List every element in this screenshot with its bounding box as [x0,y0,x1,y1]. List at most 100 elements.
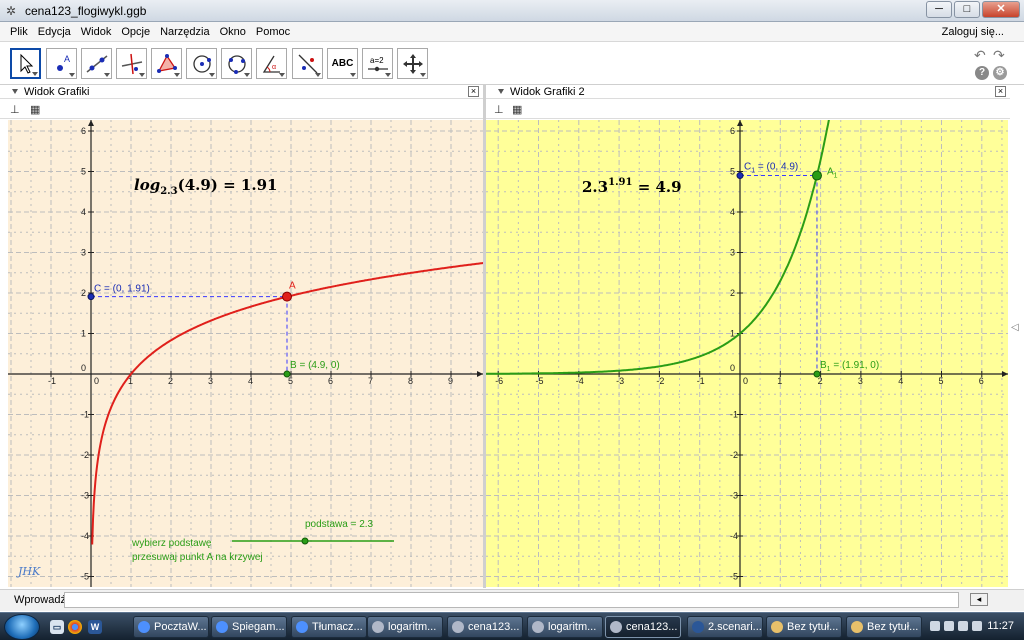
instruction-move-point: przesuwaj punkt A na krzywej [132,552,263,563]
y-tick-label: -1 [81,410,89,420]
taskbar-button-label: Spiegam... [232,621,285,633]
taskbar-button[interactable]: logaritm... [367,616,443,638]
menu-file[interactable]: Plik [0,26,33,38]
axes-toggle-icon[interactable]: ⊥ [10,103,20,116]
taskbar-button[interactable]: Bez tytuł... [846,616,922,638]
menu-view[interactable]: Widok [76,26,117,38]
exp-formula: 2.31.91 = 4.9 [582,177,682,196]
menu-options[interactable]: Opcje [116,26,155,38]
taskbar-button[interactable]: Tłumacz... [291,616,367,638]
taskbar-button[interactable]: cena123... [447,616,523,638]
settings-gear-icon[interactable]: ⚙ [993,66,1007,80]
network-icon[interactable] [930,621,940,631]
y-tick-label: -5 [81,572,89,582]
point-A[interactable] [282,291,292,302]
origin-label: 0 [730,363,735,373]
point-A-label: A [289,281,296,292]
x-tick-label: -1 [48,376,56,386]
maximize-button[interactable]: □ [954,1,980,18]
taskbar-button[interactable]: Bez tytuł... [766,616,842,638]
svg-text:A: A [64,54,70,64]
view1-collapse-icon[interactable] [12,89,18,94]
view1-stylebar: ⊥ ▦ [0,100,483,119]
axes-toggle-icon[interactable]: ⊥ [494,103,504,116]
polygon-icon [156,53,177,73]
view1-close-icon[interactable]: × [468,86,479,97]
move-tool-button[interactable] [10,48,41,79]
view2-collapse-icon[interactable] [498,89,504,94]
minimize-button[interactable]: ─ [926,1,952,18]
angle-icon: α [262,55,280,73]
base-slider-handle[interactable] [301,537,309,545]
reflect-tool-button[interactable] [292,48,323,79]
point-tool-button[interactable]: A [46,48,77,79]
point-A1[interactable] [811,170,822,181]
menu-window[interactable]: Okno [215,26,251,38]
move-view-tool-button[interactable] [397,48,428,79]
graphics-view-1[interactable]: -1 0 1 2 3 4 5 6 7 8 9654321-1-2-3-4-50 A B = (4.9… [8,120,483,587]
taskbar-button[interactable]: logaritm... [527,616,603,638]
y-tick-label: 2 [730,288,735,298]
undo-icon[interactable]: ↶ [974,48,990,62]
menu-tools[interactable]: Narzędzia [155,26,215,38]
taskbar-button-label: Bez tytuł... [867,621,919,633]
point-B[interactable] [283,370,291,378]
view2-close-icon[interactable]: × [995,86,1006,97]
x-tick-label: -6 [495,376,503,386]
taskbar-button[interactable]: Spiegam... [211,616,287,638]
menu-edit[interactable]: Edycja [33,26,76,38]
grid-toggle-icon[interactable]: ▦ [512,103,522,116]
antivirus-icon[interactable] [972,621,982,631]
graphics-view-2[interactable]: -6 -5 -4 -3 -2 -1 0 1 2 3 4 5 6654321-1-2-3-4-50 A1 … [486,120,1008,587]
taskbar-button[interactable]: 2.scenari... [687,616,763,638]
taskbar-app-icon [851,621,863,633]
x-tick-label: 4 [248,376,253,386]
view1-title: Widok Grafiki [24,85,90,98]
line-tool-button[interactable] [81,48,112,79]
angle-tool-button[interactable]: α [256,48,287,79]
x-tick-label: -1 [697,376,705,386]
x-tick-label: -2 [656,376,664,386]
move-view-icon [402,53,423,74]
menu-bar: Plik Edycja Widok Opcje Narzędzia Okno P… [0,22,1024,42]
volume-icon[interactable] [944,621,954,631]
clock: 11:27 [987,620,1014,632]
slider-tool-button[interactable]: a=2 [362,48,393,79]
text-tool-button[interactable]: ABC [327,48,358,79]
window-title: cena123_flogiwykl.ggb [25,3,147,18]
input-field[interactable] [64,592,959,608]
grid-toggle-icon[interactable]: ▦ [30,103,40,116]
side-panel-arrow-icon[interactable]: ◁ [1011,322,1019,333]
help-icon[interactable]: ? [975,66,989,80]
perpendicular-tool-button[interactable] [116,48,147,79]
close-button[interactable]: ✕ [982,1,1020,18]
language-icon[interactable] [958,621,968,631]
conic-tool-button[interactable] [221,48,252,79]
polygon-tool-button[interactable] [151,48,182,79]
point-B1[interactable] [813,370,821,378]
log-formula-rest: (4.9) = 1.91 [178,176,278,194]
word-icon[interactable]: W [88,620,102,634]
circle-icon [192,54,211,73]
input-help-icon[interactable]: ◂ [970,593,988,606]
point-C1[interactable] [736,172,744,180]
start-button[interactable] [4,614,40,640]
login-link[interactable]: Zaloguj się... [942,26,1004,38]
show-desktop-icon[interactable]: ▭ [50,620,64,634]
taskbar-app-icon [692,621,704,633]
x-tick-label: 0 [743,376,748,386]
circle-tool-button[interactable] [186,48,217,79]
taskbar-button[interactable]: cena123... [605,616,681,638]
redo-icon[interactable]: ↷ [993,48,1009,62]
y-tick-label: -3 [81,491,89,501]
svg-text:α: α [272,64,276,71]
taskbar-button-label: PocztaW... [154,621,207,633]
circle-three-points-icon [227,54,246,74]
y-tick-label: 5 [81,167,86,177]
x-tick-label: 5 [939,376,944,386]
chrome-icon[interactable] [68,620,82,634]
taskbar-button[interactable]: PocztaW... [133,616,209,638]
view1-header: Widok Grafiki × [0,85,483,99]
y-tick-label: -1 [730,410,738,420]
menu-help[interactable]: Pomoc [251,26,295,38]
